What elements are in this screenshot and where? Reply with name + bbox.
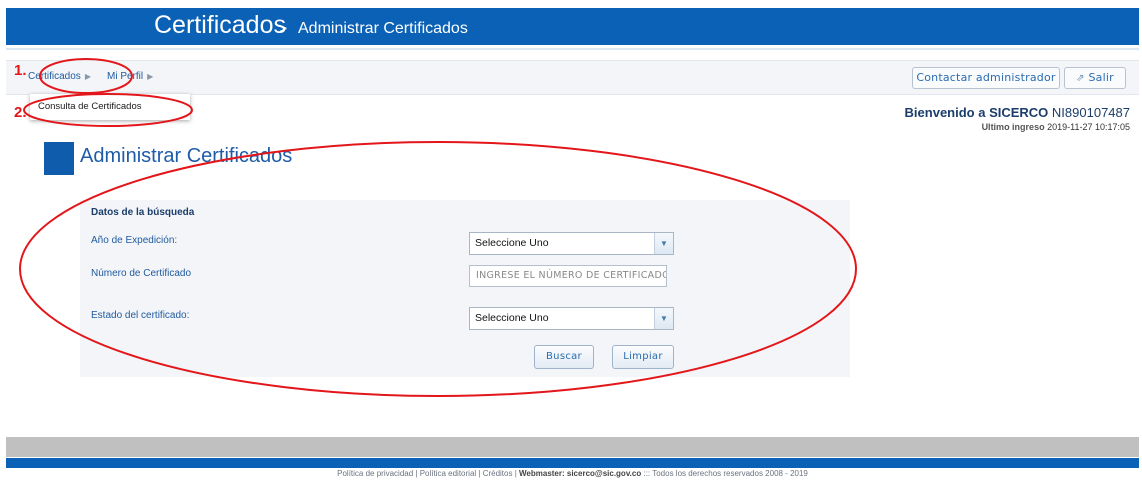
- footer-blue-band: [6, 458, 1139, 468]
- footer-webmaster[interactable]: Webmaster: sicerco@sic.gov.co: [519, 469, 641, 478]
- footer-rights: ::: Todos los derechos reservados 2008 -…: [643, 469, 808, 478]
- footer-gray-band: [6, 437, 1139, 457]
- annotation-ellipse-form: [19, 141, 857, 397]
- footer: Política de privacidad | Política editor…: [6, 469, 1139, 483]
- footer-links[interactable]: Política de privacidad | Política editor…: [337, 469, 517, 478]
- annotation-ellipse-nav: [39, 58, 133, 94]
- annotation-ellipse-dropdown: [23, 93, 193, 127]
- annotation-ellipses: [19, 58, 857, 397]
